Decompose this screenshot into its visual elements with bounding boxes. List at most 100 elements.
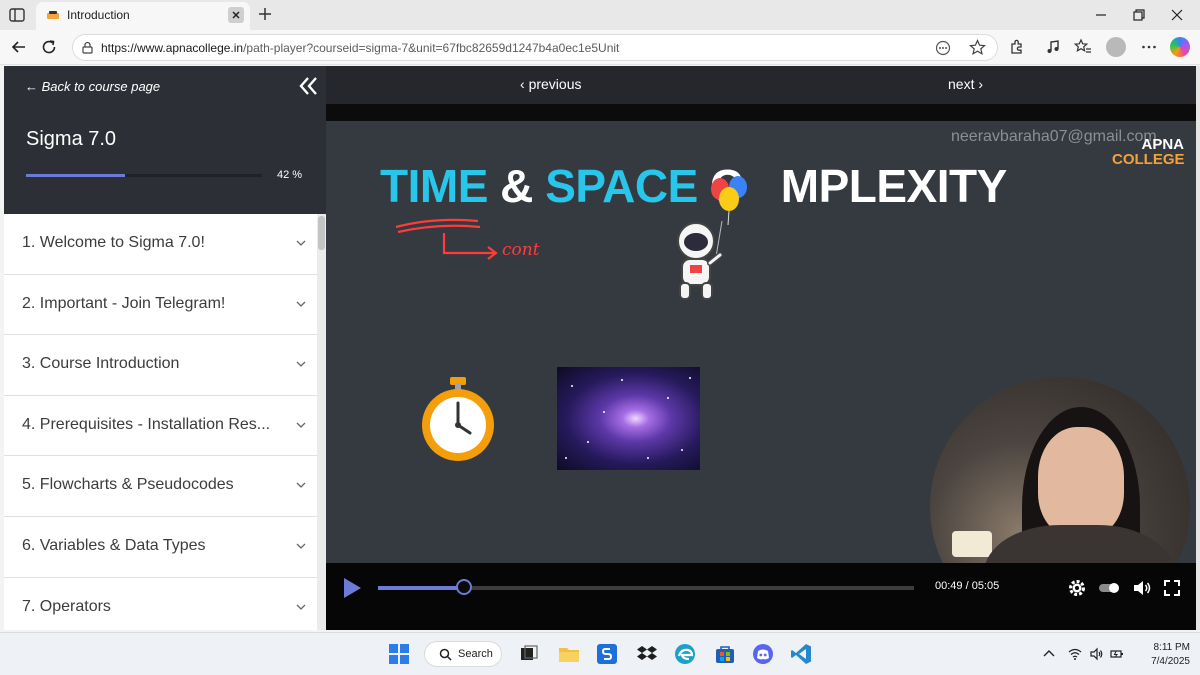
favorite-star-icon[interactable] — [969, 39, 986, 56]
chevron-left-icon: ‹ — [520, 76, 525, 92]
music-note-icon[interactable] — [1044, 38, 1062, 56]
course-progress-fill — [26, 174, 126, 177]
chevron-down-icon — [296, 301, 306, 307]
sidebar-scrollbar[interactable] — [317, 214, 326, 630]
seek-handle[interactable] — [455, 579, 472, 595]
page-actions-icon[interactable] — [935, 40, 951, 56]
astronaut-icon — [677, 220, 723, 300]
back-arrow-icon: ← — [25, 79, 38, 94]
copilot-icon[interactable] — [1170, 37, 1190, 57]
battery-icon[interactable] — [1110, 647, 1124, 661]
file-explorer-icon[interactable] — [558, 643, 580, 665]
lesson-label: 4. Prerequisites - Installation Res... — [22, 415, 271, 433]
video-controls: 00:49 / 05:05 — [326, 563, 1196, 630]
handwritten-annotation: cont — [395, 218, 540, 260]
extensions-icon[interactable] — [1008, 38, 1026, 56]
back-to-course-link[interactable]: ← Back to course page — [25, 79, 160, 94]
chevron-down-icon — [296, 543, 306, 549]
lesson-label: 7. Operators — [22, 597, 111, 615]
search-label: Search — [458, 648, 493, 660]
address-bar[interactable]: https://www.apnacollege.in/path-player?c… — [72, 34, 998, 61]
favorites-list-icon[interactable] — [1074, 38, 1092, 56]
instructor-face — [1038, 427, 1124, 537]
vscode-icon[interactable] — [790, 643, 812, 665]
tab-actions-icon[interactable] — [8, 6, 26, 24]
minimize-window-icon[interactable] — [1094, 8, 1108, 22]
chevron-up-icon[interactable] — [1042, 647, 1056, 661]
apna-college-logo: APNA COLLEGE — [1112, 136, 1185, 168]
windows-taskbar: Search 8:11 PM 7/4/2025 — [0, 632, 1200, 675]
restore-window-icon[interactable] — [1132, 8, 1146, 22]
instructor-webcam — [930, 377, 1190, 563]
system-clock[interactable]: 8:11 PM 7/4/2025 — [1126, 641, 1190, 669]
settings-gear-icon[interactable] — [1067, 578, 1087, 598]
video-letterbox — [326, 104, 1196, 121]
page-scrollbar[interactable] — [1196, 66, 1200, 630]
next-lesson-button[interactable]: next › — [948, 76, 983, 92]
search-icon — [439, 648, 452, 661]
instructor-shirt — [984, 525, 1174, 563]
new-tab-plus-icon[interactable] — [256, 5, 274, 23]
background-lamp — [952, 531, 992, 557]
lesson-item-1[interactable]: 1. Welcome to Sigma 7.0! — [4, 214, 317, 275]
close-tab-icon[interactable] — [228, 7, 244, 23]
dropbox-icon[interactable] — [636, 643, 658, 665]
discord-icon[interactable] — [752, 643, 774, 665]
lesson-item-4[interactable]: 4. Prerequisites - Installation Res... — [4, 396, 317, 457]
url-text: https://www.apnacollege.in/path-player?c… — [101, 41, 620, 55]
browser-tab-strip: Introduction — [0, 0, 1200, 30]
tab-title: Introduction — [67, 8, 130, 22]
microsoft-store-icon[interactable] — [714, 643, 736, 665]
browser-toolbar: https://www.apnacollege.in/path-player?c… — [0, 30, 1200, 65]
speaker-icon[interactable] — [1090, 647, 1104, 661]
close-window-icon[interactable] — [1170, 8, 1184, 22]
course-title: Sigma 7.0 — [26, 128, 117, 150]
lesson-item-7[interactable]: 7. Operators — [4, 578, 317, 639]
site-info-lock-icon[interactable] — [81, 41, 94, 54]
chevron-right-icon: › — [978, 76, 984, 92]
galaxy-image — [557, 367, 700, 470]
wifi-icon[interactable] — [1068, 647, 1082, 661]
site-favicon-icon — [47, 11, 59, 19]
lesson-item-5[interactable]: 5. Flowcharts & Pseudocodes — [4, 456, 317, 517]
taskbar-search[interactable]: Search — [424, 641, 502, 667]
edge-browser-icon[interactable] — [674, 643, 696, 665]
lesson-item-6[interactable]: 6. Variables & Data Types — [4, 517, 317, 578]
refresh-icon[interactable] — [40, 38, 58, 56]
seek-bar-played — [378, 586, 464, 590]
lesson-list: 1. Welcome to Sigma 7.0! 2. Important - … — [4, 214, 317, 639]
scribble-text: cont — [502, 240, 540, 260]
browser-tab-active[interactable]: Introduction — [36, 2, 250, 30]
autoplay-toggle-icon[interactable] — [1098, 578, 1120, 598]
chevron-down-icon — [296, 482, 306, 489]
slide-headline: TIME & SPACE CMPLEXITY — [380, 160, 1007, 212]
app-s-icon[interactable] — [596, 643, 618, 665]
more-menu-icon[interactable] — [1140, 38, 1158, 56]
sidebar-scroll-thumb[interactable] — [318, 216, 325, 250]
video-frame[interactable]: neeravbaraha07@gmail.com APNA COLLEGE TI… — [326, 121, 1196, 563]
fullscreen-icon[interactable] — [1162, 578, 1182, 598]
previous-lesson-button[interactable]: ‹ previous — [520, 76, 581, 92]
chevron-down-icon — [296, 361, 306, 368]
course-progress-percent: 42 % — [277, 169, 303, 181]
back-arrow-icon[interactable] — [10, 38, 28, 56]
volume-icon[interactable] — [1132, 578, 1152, 598]
sidebar-header: ← Back to course page Sigma 7.0 42 % — [4, 66, 326, 214]
playback-time: 00:49 / 05:05 — [935, 580, 1000, 592]
lesson-label: 6. Variables & Data Types — [22, 536, 206, 554]
lesson-item-2[interactable]: 2. Important - Join Telegram! — [4, 275, 317, 336]
windows-start-icon[interactable] — [388, 643, 410, 665]
play-icon[interactable] — [342, 577, 362, 599]
lesson-label: 5. Flowcharts & Pseudocodes — [22, 476, 234, 494]
lesson-label: 3. Course Introduction — [22, 355, 180, 373]
seek-bar[interactable] — [378, 579, 914, 595]
clock-time: 8:11 PM — [1153, 642, 1191, 653]
lesson-label: 2. Important - Join Telegram! — [22, 294, 226, 312]
profile-avatar[interactable] — [1106, 37, 1126, 57]
chevron-down-icon — [296, 422, 306, 428]
chevron-down-icon — [296, 240, 306, 246]
lesson-item-3[interactable]: 3. Course Introduction — [4, 335, 317, 396]
collapse-sidebar-icon[interactable] — [298, 76, 320, 96]
task-view-icon[interactable] — [518, 643, 540, 665]
stopwatch-icon — [422, 377, 494, 461]
